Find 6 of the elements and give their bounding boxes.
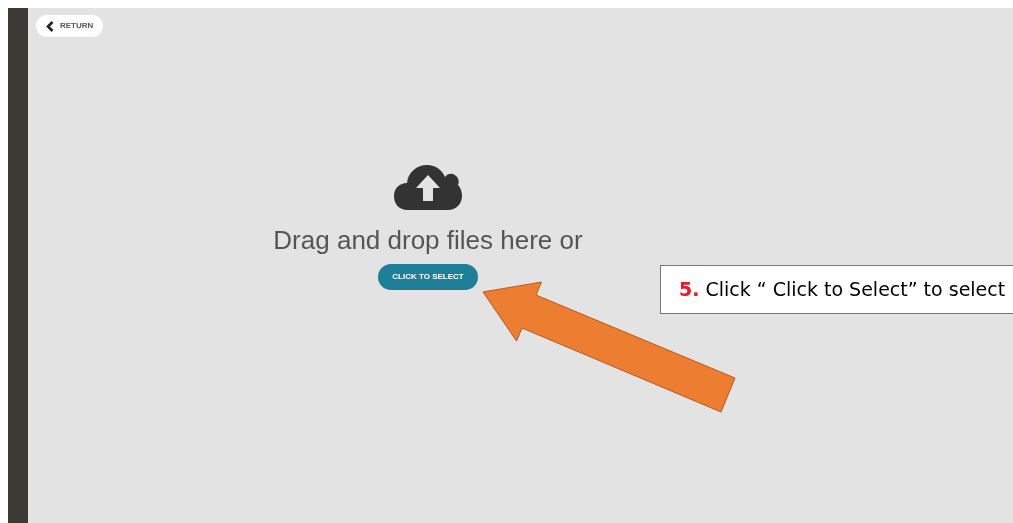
dropzone-prompt: Drag and drop files here or [273,224,583,257]
chevron-left-icon [46,20,54,32]
callout-text: 5. Click “ Click to Select” to select [679,277,1006,303]
cloud-upload-icon [394,163,462,211]
return-button[interactable]: RETURN [36,15,104,37]
click-to-select-button[interactable]: CLICK TO SELECT [378,264,478,290]
